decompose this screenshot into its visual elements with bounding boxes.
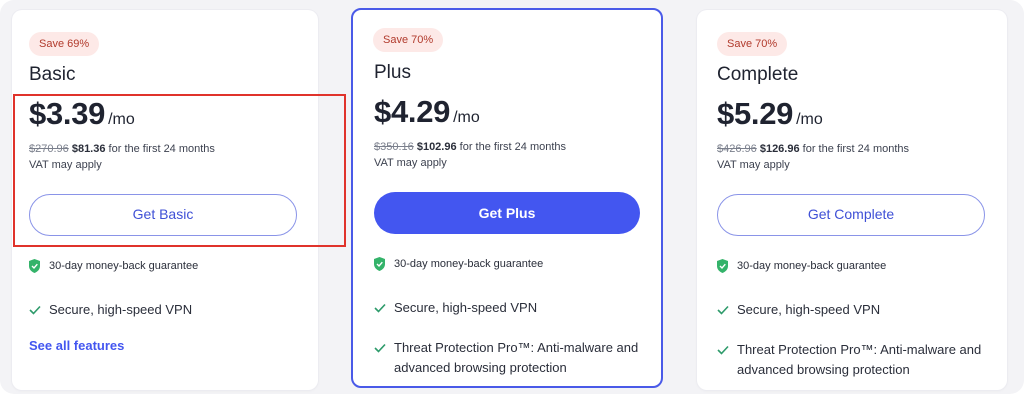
guarantee-text: 30-day money-back guarantee xyxy=(49,260,199,272)
plan-card-complete: Save 70% Complete $5.29/mo $426.96 $126.… xyxy=(697,10,1007,390)
get-plus-button[interactable]: Get Plus xyxy=(374,192,640,234)
feature-text: Secure, high-speed VPN xyxy=(737,302,881,317)
price-note: for the first 24 months xyxy=(802,143,910,155)
original-price: $270.96 xyxy=(29,143,69,155)
feature-text: Secure, high-speed VPN xyxy=(394,300,538,315)
guarantee-text: 30-day money-back guarantee xyxy=(737,260,887,272)
plan-price: $5.29/mo xyxy=(717,96,823,132)
price-amount: $4.29 xyxy=(374,94,451,129)
discounted-price: $102.96 xyxy=(416,141,457,153)
checkmark-icon xyxy=(374,343,386,353)
price-period: /mo xyxy=(108,111,135,128)
discount-badge: Save 70% xyxy=(373,28,444,52)
price-details: $350.16 $102.96 for the first 24 months xyxy=(374,141,566,153)
feature-text: Secure, high-speed VPN xyxy=(49,302,193,317)
discounted-price: $126.96 xyxy=(759,143,800,155)
get-basic-button[interactable]: Get Basic xyxy=(29,194,297,236)
plan-card-basic: Save 69% Basic $3.39/mo $270.96 $81.36 f… xyxy=(12,10,318,390)
get-complete-button[interactable]: Get Complete xyxy=(717,194,985,236)
price-details: $426.96 $126.96 for the first 24 months xyxy=(717,143,909,155)
feature-text: Threat Protection Pro™: Anti-malware and… xyxy=(737,342,982,377)
feature-item: Secure, high-speed VPN xyxy=(717,300,997,320)
pricing-section: Save 69% Basic $3.39/mo $270.96 $81.36 f… xyxy=(0,0,1024,394)
price-period: /mo xyxy=(453,109,480,126)
discount-badge: Save 70% xyxy=(717,32,788,56)
vat-note: VAT may apply xyxy=(29,159,102,171)
plan-price: $4.29/mo xyxy=(374,94,480,130)
checkmark-icon xyxy=(29,305,41,315)
guarantee-text: 30-day money-back guarantee xyxy=(394,258,544,270)
price-note: for the first 24 months xyxy=(108,143,215,155)
discount-badge: Save 69% xyxy=(29,32,100,56)
shield-check-icon xyxy=(717,259,728,273)
shield-check-icon xyxy=(374,257,385,271)
plan-price: $3.39/mo xyxy=(29,96,135,132)
guarantee: 30-day money-back guarantee xyxy=(717,259,886,273)
plan-name: Complete xyxy=(717,64,799,85)
price-details: $270.96 $81.36 for the first 24 months xyxy=(29,143,215,155)
checkmark-icon xyxy=(717,345,729,355)
plan-card-plus: Save 70% Plus $4.29/mo $350.16 $102.96 f… xyxy=(351,8,663,388)
vat-note: VAT may apply xyxy=(374,157,447,169)
shield-check-icon xyxy=(29,259,40,273)
price-amount: $3.39 xyxy=(29,96,106,131)
guarantee: 30-day money-back guarantee xyxy=(374,257,543,271)
vat-note: VAT may apply xyxy=(717,159,790,171)
original-price: $426.96 xyxy=(717,143,757,155)
discounted-price: $81.36 xyxy=(71,143,106,155)
checkmark-icon xyxy=(717,305,729,315)
guarantee: 30-day money-back guarantee xyxy=(29,259,198,273)
feature-item: Threat Protection Pro™: Anti-malware and… xyxy=(717,340,989,380)
price-period: /mo xyxy=(796,111,823,128)
feature-item: Threat Protection Pro™: Anti-malware and… xyxy=(374,338,646,378)
checkmark-icon xyxy=(374,303,386,313)
feature-item: Secure, high-speed VPN xyxy=(29,300,309,320)
plan-name: Basic xyxy=(29,64,76,85)
price-amount: $5.29 xyxy=(717,96,794,131)
price-note: for the first 24 months xyxy=(459,141,567,153)
original-price: $350.16 xyxy=(374,141,414,153)
see-all-features-link[interactable]: See all features xyxy=(29,338,124,353)
feature-text: Threat Protection Pro™: Anti-malware and… xyxy=(394,340,639,375)
feature-item: Secure, high-speed VPN xyxy=(374,298,654,318)
plan-name: Plus xyxy=(374,62,411,83)
